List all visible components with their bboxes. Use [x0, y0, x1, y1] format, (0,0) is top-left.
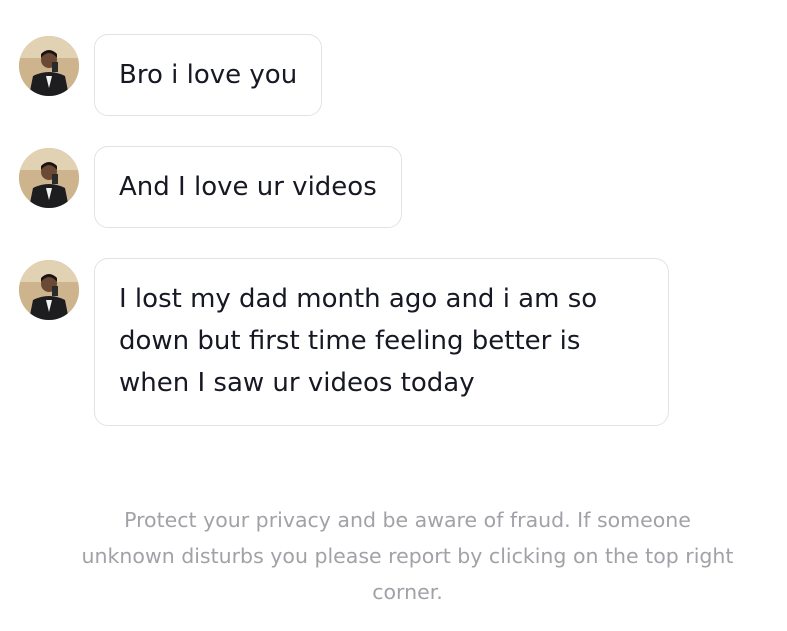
- privacy-notice: Protect your privacy and be aware of fra…: [81, 508, 734, 604]
- message-bubble[interactable]: I lost my dad month ago and i am so down…: [94, 258, 669, 426]
- message-text: Bro i love you: [119, 60, 298, 90]
- message-text: I lost my dad month ago and i am so down…: [119, 284, 598, 398]
- message-text: And I love ur videos: [119, 172, 377, 202]
- message-bubble[interactable]: And I love ur videos: [94, 146, 402, 228]
- avatar[interactable]: [19, 36, 79, 96]
- avatar[interactable]: [19, 260, 79, 320]
- message-bubble[interactable]: Bro i love you: [94, 34, 323, 116]
- avatar[interactable]: [19, 148, 79, 208]
